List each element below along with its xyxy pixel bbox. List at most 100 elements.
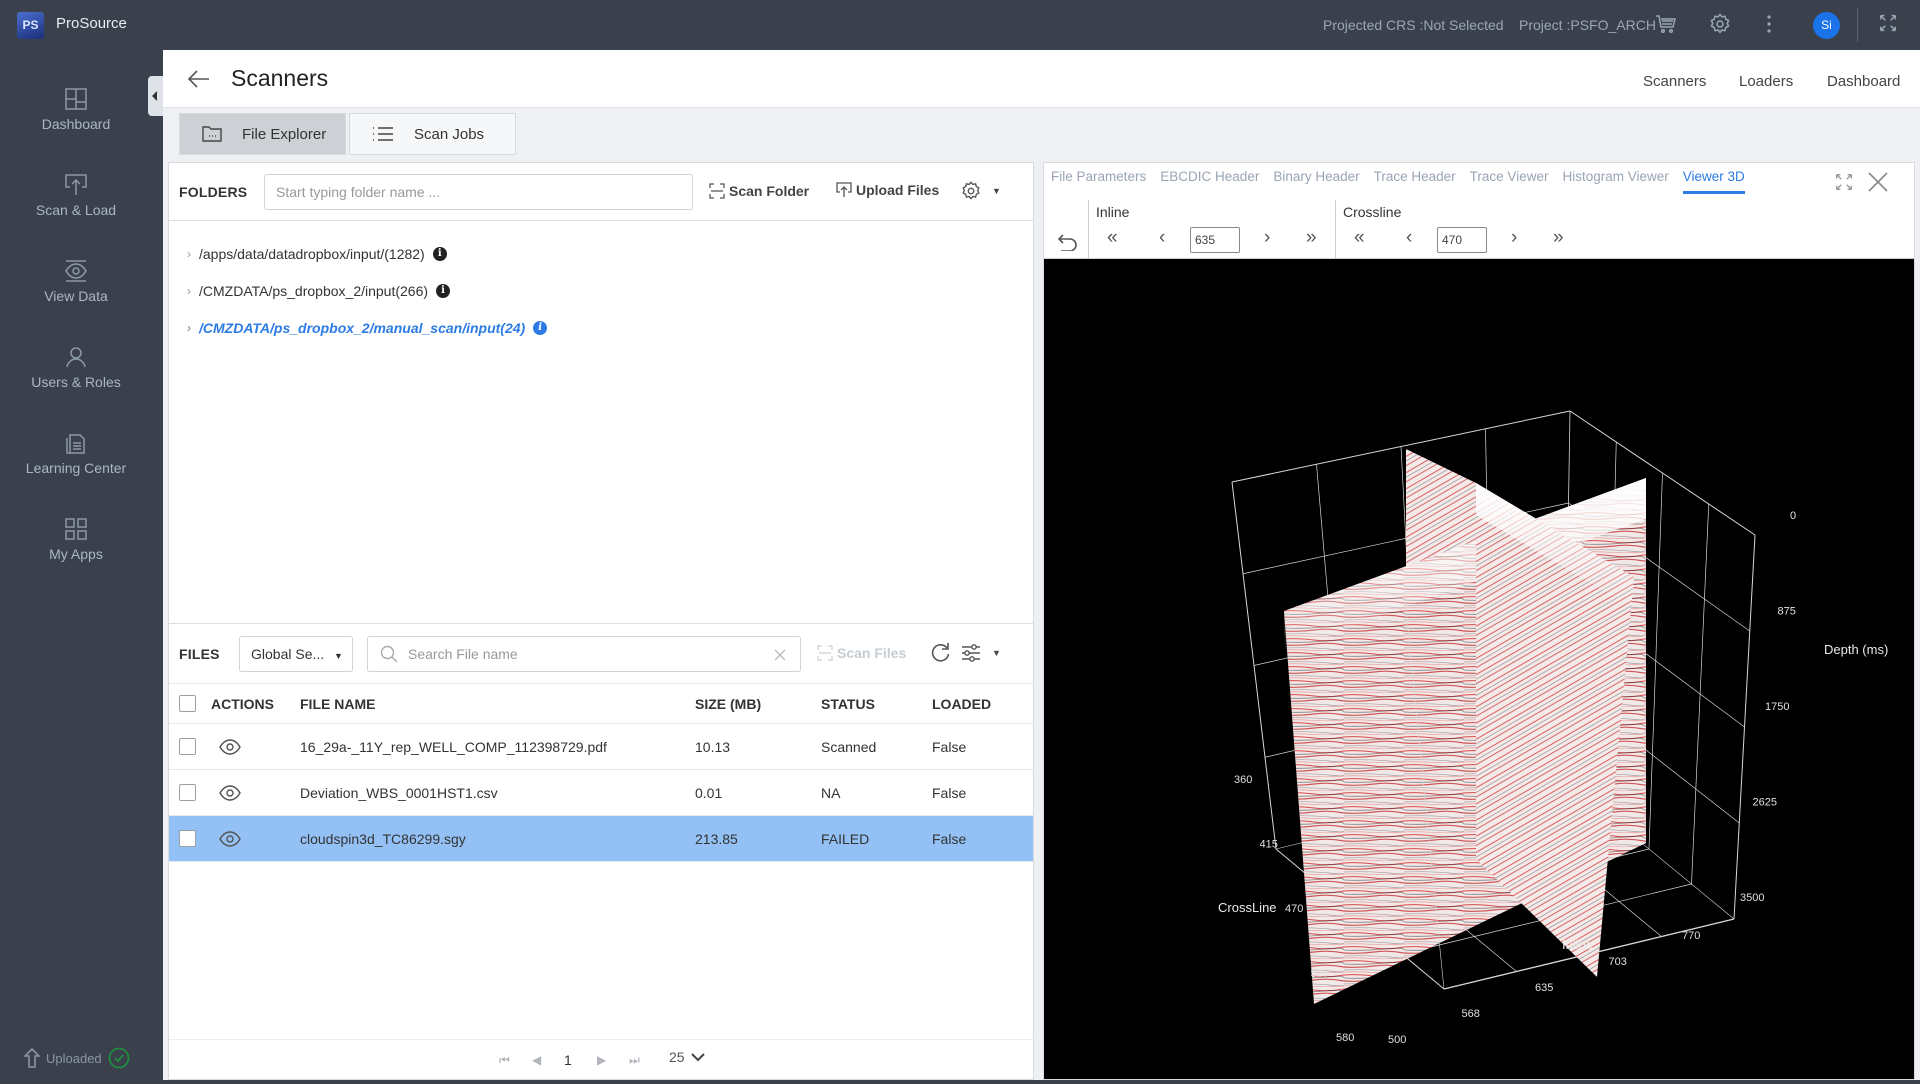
fullscreen-icon[interactable]	[1877, 12, 1903, 38]
project-name[interactable]: Project :PSFO_ARCH	[1519, 17, 1656, 33]
sidebar-item-label: View Data	[44, 288, 108, 304]
prev-page-icon[interactable]: ◀	[532, 1053, 541, 1067]
seismic-3d-view[interactable]: 0 875 1750 2625 3500 Depth (ms) 500 568 635 703 77…	[1044, 259, 1914, 1079]
tab-binary-header[interactable]: Binary Header	[1273, 169, 1359, 194]
sidebar-item-my-apps[interactable]: My Apps	[0, 518, 152, 562]
crossline-first-icon[interactable]: «	[1354, 227, 1365, 249]
page-size-select[interactable]: 25	[669, 1049, 705, 1065]
upload-files-button[interactable]: Upload Files	[836, 182, 939, 198]
tab-ebcdic-header[interactable]: EBCDIC Header	[1160, 169, 1259, 194]
filter-settings-button[interactable]: ▼	[960, 642, 1001, 664]
table-row[interactable]: 16_29a-_11Y_rep_WELL_COMP_112398729.pdf …	[169, 724, 1033, 770]
sidebar-item-scan-load[interactable]: Scan & Load	[0, 174, 152, 218]
refresh-button[interactable]	[929, 642, 951, 664]
tab-histogram-viewer[interactable]: Histogram Viewer	[1562, 169, 1668, 194]
dashboard-icon	[65, 88, 87, 110]
chevron-right-icon[interactable]: ›	[187, 247, 191, 261]
upload-status[interactable]: Uploaded	[24, 1047, 130, 1069]
crossline-last-icon[interactable]: »	[1553, 227, 1564, 249]
last-page-icon[interactable]: ⏭	[629, 1053, 640, 1068]
folder-item[interactable]: › /CMZDATA/ps_dropbox_2/input(266) i	[187, 283, 451, 299]
close-icon[interactable]	[1867, 171, 1889, 193]
row-checkbox[interactable]	[179, 738, 196, 755]
file-explorer-panel: FOLDERS Start typing folder name ... Sca…	[168, 162, 1034, 1080]
tab-viewer-3d[interactable]: Viewer 3D	[1682, 169, 1745, 194]
inline-first-icon[interactable]: «	[1107, 227, 1118, 249]
nav-link-scanners[interactable]: Scanners	[1643, 73, 1706, 90]
info-icon[interactable]: i	[432, 247, 447, 261]
expand-icon[interactable]	[1833, 171, 1855, 193]
projected-crs[interactable]: Projected CRS :Not Selected	[1323, 17, 1504, 33]
view-eye-icon[interactable]	[219, 830, 241, 848]
cart-icon[interactable]	[1654, 12, 1680, 38]
table-row[interactable]: Deviation_WBS_0001HST1.csv 0.01 NA False	[169, 770, 1033, 816]
folder-settings-button[interactable]: ▼	[960, 180, 1001, 202]
inline-tick-label: 635	[1535, 982, 1553, 994]
caret-down-icon: ▼	[992, 186, 1001, 196]
app-logo[interactable]: PS	[17, 12, 44, 39]
sidebar-item-users-roles[interactable]: Users & Roles	[0, 346, 152, 390]
nav-link-dashboard[interactable]: Dashboard	[1827, 73, 1900, 90]
inline-prev-icon[interactable]: ‹	[1159, 227, 1165, 249]
inline-label: Inline	[1096, 204, 1130, 220]
crossline-prev-icon[interactable]: ‹	[1406, 227, 1412, 249]
user-avatar[interactable]: Si	[1813, 12, 1840, 39]
view-eye-icon[interactable]	[219, 784, 241, 802]
file-status: Scanned	[821, 739, 877, 755]
sidebar-item-learning-center[interactable]: Learning Center	[0, 432, 152, 476]
undo-icon[interactable]	[1058, 233, 1078, 251]
viewer-3d-canvas[interactable]: 0 875 1750 2625 3500 Depth (ms) 500 568 635 703 77…	[1044, 259, 1914, 1079]
documents-icon	[66, 434, 85, 454]
tab-file-explorer[interactable]: File Explorer	[179, 113, 346, 155]
info-icon[interactable]: i	[436, 284, 451, 298]
more-vert-icon[interactable]	[1757, 12, 1783, 38]
sidebar-item-view-data[interactable]: View Data	[0, 260, 152, 304]
row-checkbox[interactable]	[179, 784, 196, 801]
column-header-loaded[interactable]: LOADED	[932, 684, 991, 724]
file-status: FAILED	[821, 831, 870, 847]
scan-folder-button[interactable]: Scan Folder	[709, 183, 809, 199]
tab-file-parameters[interactable]: File Parameters	[1051, 169, 1146, 194]
sidebar-item-dashboard[interactable]: Dashboard	[0, 88, 152, 132]
column-header-size[interactable]: SIZE (MB)	[695, 684, 761, 724]
crossline-axis-title: CrossLine	[1218, 900, 1277, 915]
column-header-status[interactable]: STATUS	[821, 684, 875, 724]
nav-link-loaders[interactable]: Loaders	[1739, 73, 1793, 90]
folder-item-selected[interactable]: › /CMZDATA/ps_dropbox_2/manual_scan/inpu…	[187, 320, 548, 336]
tab-trace-viewer[interactable]: Trace Viewer	[1470, 169, 1549, 194]
search-scope-select[interactable]: Global Se... ▼	[239, 636, 353, 672]
back-arrow-icon[interactable]	[187, 68, 211, 90]
inline-value-input[interactable]: 635	[1190, 227, 1240, 253]
tab-trace-header[interactable]: Trace Header	[1374, 169, 1456, 194]
gear-icon[interactable]	[1708, 12, 1734, 38]
viewer-tabs: File Parameters EBCDIC Header Binary Hea…	[1051, 169, 1745, 194]
current-page[interactable]: 1	[564, 1052, 572, 1068]
chevron-right-icon[interactable]: ›	[187, 321, 191, 335]
sidebar-collapse-handle[interactable]	[148, 76, 163, 116]
table-row-selected[interactable]: cloudspin3d_TC86299.sgy 213.85 FAILED Fa…	[169, 816, 1033, 862]
tab-scan-jobs[interactable]: Scan Jobs	[349, 113, 516, 155]
page-header: Scanners Scanners Loaders Dashboard	[163, 50, 1920, 108]
sidebar-item-label: Dashboard	[41, 116, 111, 132]
inline-last-icon[interactable]: »	[1306, 227, 1317, 249]
select-all-checkbox[interactable]	[179, 695, 196, 712]
view-eye-icon[interactable]	[219, 738, 241, 756]
crossline-tick-label: 360	[1234, 774, 1252, 786]
next-page-icon[interactable]: ▶	[597, 1053, 606, 1067]
folder-search-input[interactable]: Start typing folder name ...	[264, 174, 693, 210]
file-search-input[interactable]: Search File name	[367, 636, 801, 672]
crossline-value-input[interactable]: 470	[1437, 227, 1487, 253]
chevron-right-icon[interactable]: ›	[187, 284, 191, 298]
folder-item[interactable]: › /apps/data/datadropbox/input/(1282) i	[187, 246, 447, 262]
user-icon	[66, 347, 86, 368]
first-page-icon[interactable]: ⏮	[499, 1053, 510, 1068]
inline-next-icon[interactable]: ›	[1264, 227, 1270, 249]
depth-tick-label: 875	[1778, 606, 1796, 618]
info-icon[interactable]: i	[533, 321, 548, 335]
crossline-next-icon[interactable]: ›	[1511, 227, 1517, 249]
row-checkbox[interactable]	[179, 830, 196, 847]
scan-files-button[interactable]: Scan Files	[817, 645, 906, 661]
column-header-actions[interactable]: ACTIONS	[211, 684, 274, 724]
column-header-file-name[interactable]: FILE NAME	[300, 684, 375, 724]
clear-icon[interactable]	[774, 649, 786, 661]
